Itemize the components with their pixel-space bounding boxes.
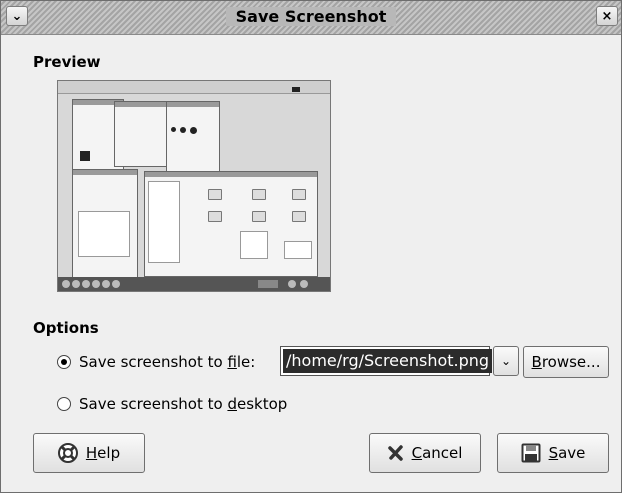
save-to-file-option[interactable]: Save screenshot to file: xyxy=(57,353,255,371)
path-history-dropdown-button[interactable]: ⌄ xyxy=(493,346,519,376)
label-text: Save screenshot to xyxy=(79,353,228,371)
save-label: Save xyxy=(549,444,586,462)
cancel-label: Cancel xyxy=(412,444,463,462)
save-to-desktop-option[interactable]: Save screenshot to desktop xyxy=(57,395,287,413)
save-to-file-radio[interactable] xyxy=(57,355,71,369)
save-rest: ave xyxy=(558,444,586,462)
help-button[interactable]: Help xyxy=(33,433,145,473)
save-button[interactable]: Save xyxy=(497,433,609,473)
save-screenshot-dialog: ⌄ Save Screenshot × Preview Options Save… xyxy=(0,0,622,493)
floppy-disk-icon xyxy=(521,443,541,463)
chevron-down-icon: ⌄ xyxy=(500,354,512,368)
browse-accel: B xyxy=(531,353,542,371)
cancel-rest: ancel xyxy=(422,444,463,462)
options-heading: Options xyxy=(33,319,99,337)
label-text: Save screenshot to xyxy=(79,395,228,413)
screenshot-preview-image xyxy=(57,80,331,292)
save-to-desktop-label: Save screenshot to desktop xyxy=(79,395,287,413)
label-text-end: esktop xyxy=(236,395,288,413)
window-title-wrap: Save Screenshot xyxy=(1,7,621,26)
browse-rest: rowse... xyxy=(541,353,601,371)
label-accel: d xyxy=(227,395,237,413)
save-to-file-label: Save screenshot to file: xyxy=(79,353,255,371)
close-button[interactable]: × xyxy=(596,6,618,26)
window-title: Save Screenshot xyxy=(225,7,397,26)
browse-label: Browse... xyxy=(532,353,601,371)
help-icon xyxy=(57,443,78,463)
help-accel: H xyxy=(85,444,98,462)
cancel-accel: C xyxy=(411,444,423,462)
close-icon: × xyxy=(601,8,613,24)
cancel-button[interactable]: Cancel xyxy=(369,433,481,473)
file-path-combo-entry[interactable]: /home/rg/Screenshot.png xyxy=(280,346,493,376)
browse-button[interactable]: Browse... xyxy=(523,346,609,378)
save-accel: S xyxy=(548,444,559,462)
file-path-text[interactable]: /home/rg/Screenshot.png xyxy=(283,349,493,373)
title-bar[interactable]: ⌄ Save Screenshot × xyxy=(1,1,621,35)
label-accel: f xyxy=(227,353,237,371)
preview-heading: Preview xyxy=(33,53,101,71)
help-rest: elp xyxy=(97,444,121,462)
help-label: Help xyxy=(86,444,120,462)
cancel-x-icon xyxy=(387,445,404,461)
save-to-desktop-radio[interactable] xyxy=(57,397,71,411)
label-text-end: ile: xyxy=(236,353,256,371)
